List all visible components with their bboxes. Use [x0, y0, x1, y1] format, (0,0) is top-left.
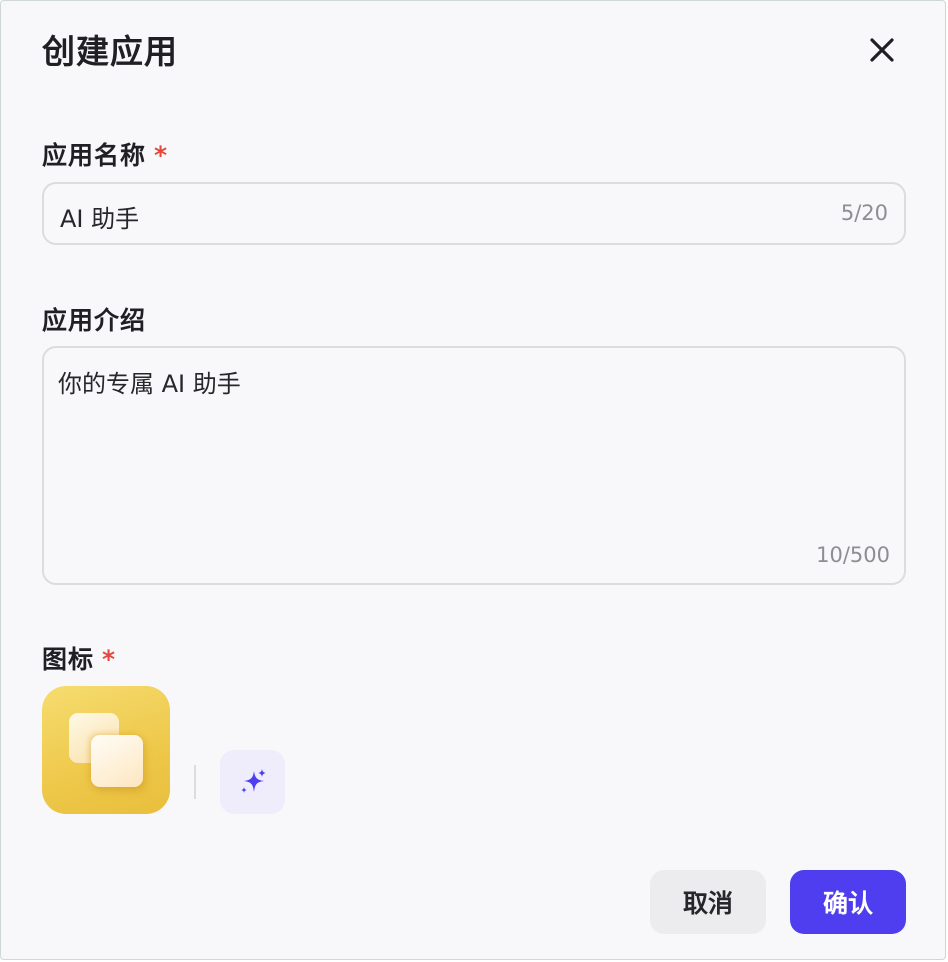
app-intro-value: 你的专属 AI 助手	[58, 370, 241, 398]
icon-label-text: 图标	[42, 645, 95, 674]
app-name-counter: 5/20	[840, 201, 888, 225]
app-name-label-text: 应用名称	[42, 141, 147, 170]
icon-divider	[194, 765, 196, 799]
required-mark: *	[154, 141, 169, 170]
app-name-label: 应用名称 *	[42, 136, 168, 172]
app-intro-textarea[interactable]: 你的专属 AI 助手 10/500	[42, 346, 906, 585]
app-name-input[interactable]: AI 助手 5/20	[42, 182, 906, 245]
close-button[interactable]	[863, 31, 901, 69]
app-intro-label: 应用介绍	[42, 306, 147, 335]
required-mark: *	[102, 645, 117, 674]
create-app-dialog: 创建应用 应用名称 * AI 助手 5/20 应用介绍 你的专属 AI 助手 10…	[0, 0, 946, 960]
icon-label: 图标 *	[42, 640, 116, 676]
confirm-button[interactable]: 确认	[790, 870, 906, 934]
dialog-title: 创建应用	[42, 32, 178, 71]
close-icon	[870, 38, 894, 62]
cancel-button[interactable]: 取消	[650, 870, 766, 934]
app-intro-counter: 10/500	[816, 543, 890, 567]
ai-generate-icon-button[interactable]	[220, 750, 285, 814]
app-icon-preview[interactable]	[42, 686, 170, 814]
app-name-value: AI 助手	[60, 205, 140, 233]
sparkle-icon	[240, 769, 266, 793]
